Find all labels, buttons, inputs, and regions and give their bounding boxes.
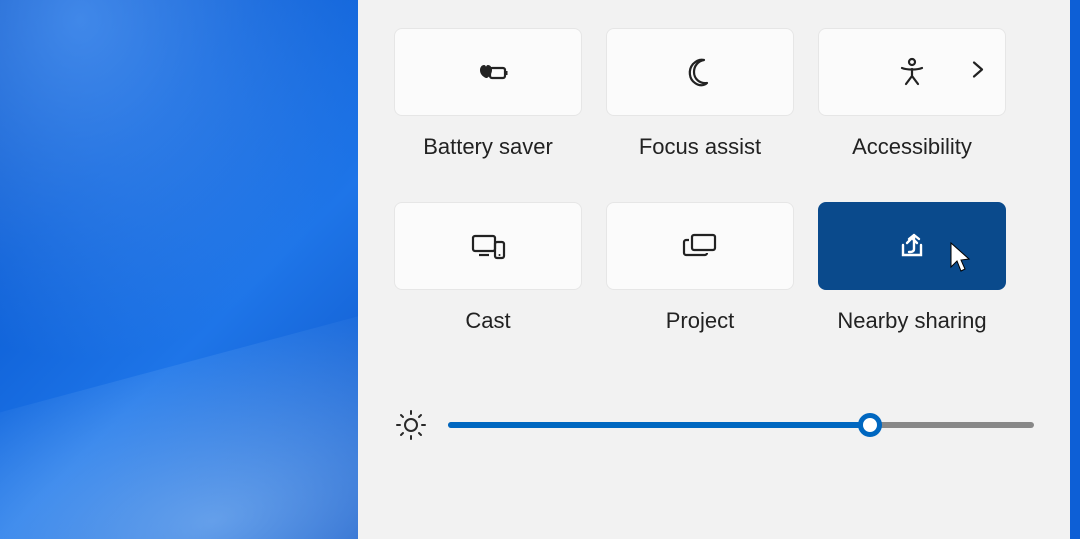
- project-icon: [681, 232, 719, 260]
- brightness-slider[interactable]: [448, 413, 1034, 437]
- nearby-sharing-tile[interactable]: [818, 202, 1006, 290]
- share-icon: [897, 231, 927, 261]
- cursor-icon: [947, 241, 975, 280]
- tile-group-nearby-sharing: Nearby sharing: [818, 202, 1006, 334]
- tile-group-battery-saver: Battery saver: [394, 28, 582, 160]
- brightness-icon: [394, 408, 428, 442]
- focus-assist-tile[interactable]: [606, 28, 794, 116]
- cast-icon: [469, 232, 507, 260]
- tile-group-cast: Cast: [394, 202, 582, 334]
- quick-settings-panel: Battery saver Focus assist: [358, 0, 1070, 539]
- tile-group-focus-assist: Focus assist: [606, 28, 794, 160]
- battery-saver-tile[interactable]: [394, 28, 582, 116]
- brightness-row: [394, 408, 1034, 442]
- battery-saver-label: Battery saver: [423, 134, 553, 160]
- project-tile[interactable]: [606, 202, 794, 290]
- tile-group-accessibility: Accessibility: [818, 28, 1006, 160]
- chevron-right-icon: [971, 61, 985, 84]
- accessibility-label: Accessibility: [852, 134, 972, 160]
- nearby-sharing-label: Nearby sharing: [837, 308, 986, 334]
- tile-group-project: Project: [606, 202, 794, 334]
- project-label: Project: [666, 308, 734, 334]
- focus-assist-label: Focus assist: [639, 134, 761, 160]
- battery-saver-icon: [468, 58, 508, 86]
- accessibility-icon: [897, 57, 927, 87]
- desktop-background: [0, 0, 358, 539]
- slider-fill: [448, 422, 870, 428]
- right-edge-strip: [1070, 0, 1080, 539]
- slider-thumb[interactable]: [858, 413, 882, 437]
- cast-tile[interactable]: [394, 202, 582, 290]
- quick-settings-grid: Battery saver Focus assist: [394, 28, 1034, 376]
- cast-label: Cast: [465, 308, 510, 334]
- accessibility-tile[interactable]: [818, 28, 1006, 116]
- moon-icon: [684, 56, 716, 88]
